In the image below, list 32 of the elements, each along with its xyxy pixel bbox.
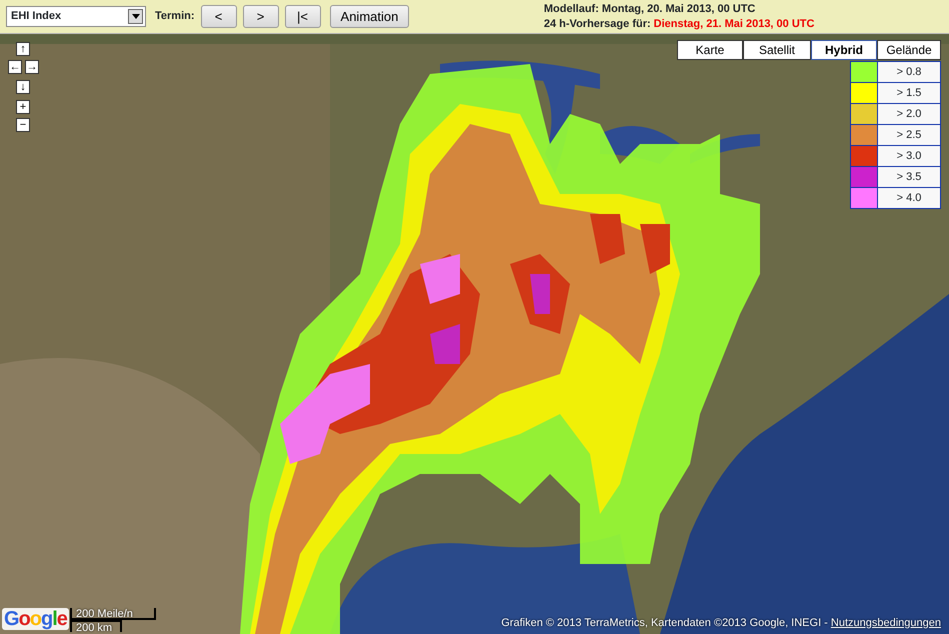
zoom-out-button[interactable]: −: [16, 118, 30, 132]
first-button[interactable]: |<: [284, 5, 321, 28]
caret-icon: [132, 14, 140, 19]
legend-label: > 4.0: [878, 188, 940, 208]
next-button[interactable]: >: [242, 5, 279, 28]
terms-link[interactable]: Nutzungsbedingungen: [830, 616, 941, 628]
map-type-tab[interactable]: Satellit: [743, 40, 811, 60]
legend-label: > 3.0: [878, 146, 940, 166]
scale-km: 200 km: [70, 620, 122, 632]
zoom-in-button[interactable]: +: [16, 100, 30, 114]
pan-down-button[interactable]: ↓: [16, 80, 30, 94]
pan-up-button[interactable]: ↑: [16, 42, 30, 56]
legend-label: > 2.0: [878, 104, 940, 124]
legend-label: > 2.5: [878, 125, 940, 145]
map-type-tab[interactable]: Gelände: [877, 40, 941, 60]
termin-label: Termin:: [155, 9, 195, 24]
google-logo: Google: [2, 608, 69, 630]
map-type-tab[interactable]: Karte: [677, 40, 743, 60]
attribution-text: Grafiken © 2013 TerraMetrics, Kartendaten ©2013 Google, INEGI -: [501, 616, 829, 628]
map-type-tab[interactable]: Hybrid: [811, 40, 877, 60]
legend-label: > 1.5: [878, 83, 940, 103]
pan-left-button[interactable]: ←: [8, 60, 22, 74]
forecast-date: Dienstag, 21. Mai 2013, 00 UTC: [654, 16, 814, 32]
previous-button[interactable]: <: [200, 5, 237, 28]
animation-button[interactable]: Animation: [330, 5, 410, 28]
pan-right-button[interactable]: →: [25, 60, 39, 74]
model-run-text: Modellauf: Montag, 20. Mai 2013, 00 UTC: [544, 2, 756, 16]
forecast-label: 24 h-Vorhersage für:: [544, 16, 651, 32]
legend-label: > 3.5: [878, 167, 940, 187]
legend-label: > 0.8: [878, 62, 940, 82]
product-select[interactable]: EHI Index: [6, 6, 146, 27]
scale-miles: 200 Meile/n: [70, 608, 156, 620]
